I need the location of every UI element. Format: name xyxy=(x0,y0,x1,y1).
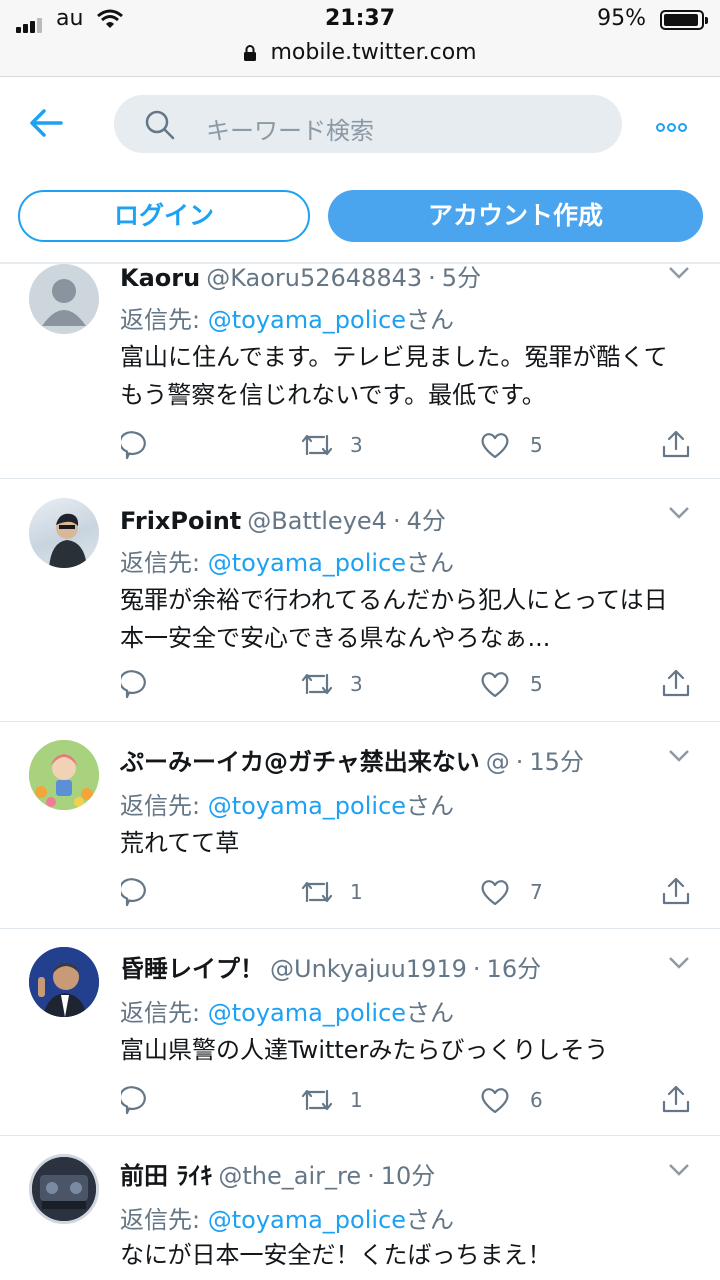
like-icon[interactable] xyxy=(480,670,510,698)
chevron-down-icon[interactable] xyxy=(668,956,690,970)
tweet-text: 富山県警の人達Twitterみたらびっくりしそう xyxy=(120,1036,609,1064)
user-handle[interactable]: @Unkyajuu1919 xyxy=(270,955,467,983)
profile-photo xyxy=(49,513,87,568)
tweet[interactable]: ぷーみーイカ@ガチャ禁出来ない @ · 15分 返信先: @toyama_police… xyxy=(0,722,720,929)
search-input[interactable]: キーワード検索 xyxy=(114,95,622,153)
status-bar: au 21:37 95% xyxy=(0,0,720,40)
tweet-text: なにが日本一安全だ！くたばっちまえ！ xyxy=(120,1241,552,1269)
reply-to: 返信先: @toyama_policeさん xyxy=(120,792,455,820)
like-count: 7 xyxy=(530,880,543,904)
share-icon[interactable] xyxy=(661,1084,691,1114)
user-name[interactable]: 昏睡レイプ！ xyxy=(120,955,264,983)
mention-link[interactable]: @toyama_police xyxy=(208,549,406,577)
share-icon[interactable] xyxy=(661,429,691,459)
retweet-count: 3 xyxy=(350,433,363,457)
share-icon[interactable] xyxy=(661,876,691,906)
separator: · xyxy=(428,264,436,292)
tweet[interactable]: FrixPoint @Battleye4 · 4分 返信先: @toyama_poli… xyxy=(0,479,720,722)
like-icon[interactable] xyxy=(480,431,510,459)
reply-icon[interactable] xyxy=(121,430,151,460)
reply-to: 返信先: @toyama_policeさん xyxy=(120,306,455,334)
url-text: mobile.twitter.com xyxy=(270,40,477,65)
mention-link[interactable]: @toyama_police xyxy=(208,999,406,1027)
signup-button[interactable]: アカウント作成 xyxy=(328,190,703,242)
tweet-time[interactable]: 4分 xyxy=(407,507,446,535)
login-button[interactable]: ログイン xyxy=(18,190,310,242)
reply-to: 返信先: @toyama_policeさん xyxy=(120,549,455,577)
header: キーワード検索 xyxy=(0,77,720,167)
tweet[interactable]: 昏睡レイプ！ @Unkyajuu1919 · 16分 返信先: @toyama_pol… xyxy=(0,929,720,1136)
reply-icon[interactable] xyxy=(121,669,151,699)
mention-link[interactable]: @toyama_police xyxy=(208,306,406,334)
separator: · xyxy=(515,748,524,776)
user-handle[interactable]: @the_air_re xyxy=(218,1162,361,1190)
tweet-time[interactable]: 10分 xyxy=(381,1162,436,1190)
like-icon[interactable] xyxy=(480,878,510,906)
user-name[interactable]: 前田 ﾗｲｷ xyxy=(120,1162,212,1190)
user-name[interactable]: Kaoru xyxy=(120,264,200,292)
retweet-count: 1 xyxy=(350,880,363,904)
tweet[interactable]: Kaoru @Kaoru52648843 · 5分 返信先: @toyama_poli… xyxy=(0,264,720,479)
battery-percentage: 95% xyxy=(597,6,646,31)
retweet-count: 1 xyxy=(350,1088,363,1112)
avatar[interactable] xyxy=(29,1154,99,1224)
profile-photo xyxy=(29,740,99,810)
chevron-down-icon[interactable] xyxy=(668,506,690,520)
more-options-icon[interactable] xyxy=(656,117,689,136)
mention-link[interactable]: @toyama_police xyxy=(208,1206,406,1234)
retweet-icon[interactable] xyxy=(300,671,334,697)
user-handle[interactable]: @ xyxy=(486,748,510,776)
avatar[interactable] xyxy=(29,740,99,810)
share-icon[interactable] xyxy=(661,668,691,698)
search-icon xyxy=(145,110,175,140)
retweet-icon[interactable] xyxy=(300,1087,334,1113)
like-count: 5 xyxy=(530,672,543,696)
separator: · xyxy=(367,1162,375,1190)
user-name[interactable]: FrixPoint xyxy=(120,507,241,535)
retweet-icon[interactable] xyxy=(300,879,334,905)
chevron-down-icon[interactable] xyxy=(668,266,690,280)
tweet-text: 富山に住んでます。テレビ見ました。冤罪が酷くてもう警察を信じれないです。最低です… xyxy=(120,343,668,409)
default-profile-icon xyxy=(42,279,86,326)
like-count: 5 xyxy=(530,433,543,457)
lock-icon xyxy=(244,44,257,61)
separator: · xyxy=(392,507,401,535)
chevron-down-icon[interactable] xyxy=(668,749,690,763)
user-handle[interactable]: @Kaoru52648843 xyxy=(206,264,422,292)
tweet-text: 荒れてて草 xyxy=(120,829,240,857)
reply-icon[interactable] xyxy=(121,877,151,907)
user-name[interactable]: ぷーみーイカ@ガチャ禁出来ない xyxy=(120,748,480,776)
avatar[interactable] xyxy=(29,947,99,1017)
mention-link[interactable]: @toyama_police xyxy=(208,792,406,820)
retweet-count: 3 xyxy=(350,672,363,696)
reply-icon[interactable] xyxy=(121,1085,151,1115)
tweet[interactable]: 前田 ﾗｲｷ @the_air_re · 10分 返信先: @toyama_polic… xyxy=(0,1136,720,1280)
battery-icon xyxy=(660,10,708,30)
address-bar[interactable]: mobile.twitter.com xyxy=(0,40,720,77)
chevron-down-icon[interactable] xyxy=(668,1163,690,1177)
reply-to: 返信先: @toyama_policeさん xyxy=(120,1206,455,1234)
profile-photo xyxy=(29,947,99,1017)
like-icon[interactable] xyxy=(480,1086,510,1114)
profile-photo xyxy=(32,1157,96,1221)
tweet-time[interactable]: 5分 xyxy=(442,264,481,292)
like-count: 6 xyxy=(530,1088,543,1112)
avatar[interactable] xyxy=(29,264,99,334)
tweet-time[interactable]: 16分 xyxy=(487,955,542,983)
search-placeholder: キーワード検索 xyxy=(206,117,374,145)
user-handle[interactable]: @Battleye4 xyxy=(247,507,387,535)
tweet-text: 冤罪が余裕で行われてるんだから犯人にとっては日本一安全で安心できる県なんやろなぁ… xyxy=(120,586,668,652)
reply-to: 返信先: @toyama_policeさん xyxy=(120,999,455,1027)
tweet-time[interactable]: 15分 xyxy=(529,748,584,776)
avatar[interactable] xyxy=(29,498,99,568)
back-arrow-icon[interactable] xyxy=(28,107,64,139)
separator: · xyxy=(472,955,481,983)
retweet-icon[interactable] xyxy=(300,432,334,458)
